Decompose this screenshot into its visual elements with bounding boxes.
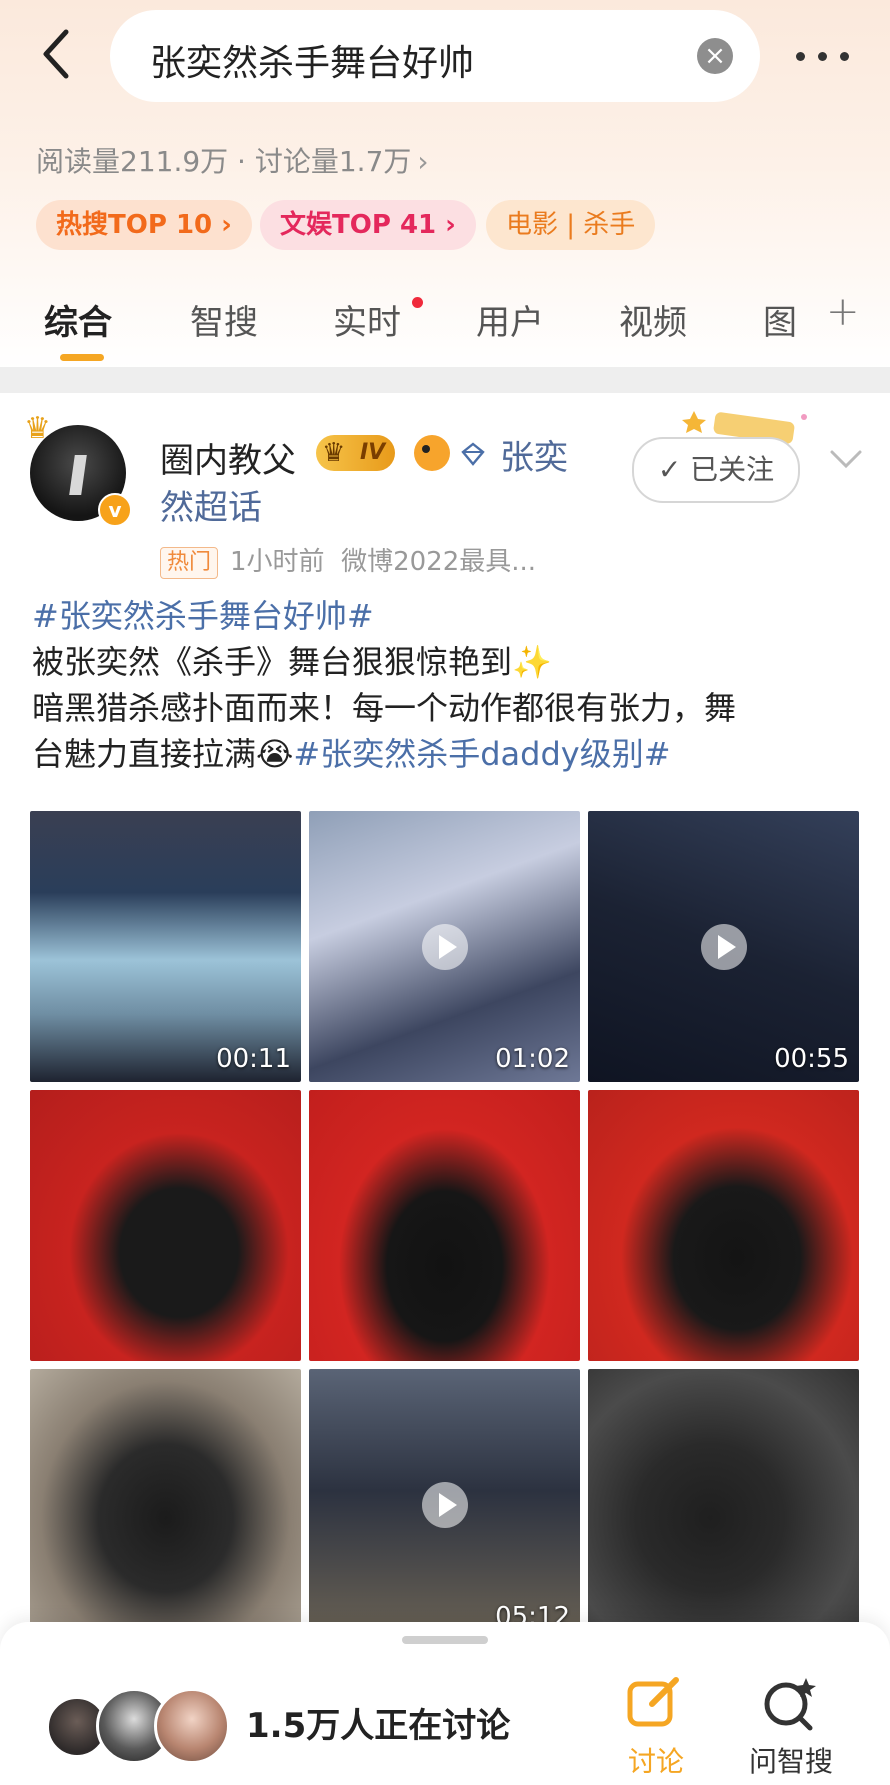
avatar-tie-shape — [69, 455, 87, 495]
more-dot-icon — [818, 52, 827, 61]
tab-smart-search[interactable]: 智搜 — [190, 295, 258, 344]
back-button[interactable] — [28, 24, 88, 84]
video-duration: 00:11 — [216, 1044, 291, 1074]
edit-pencil-icon — [627, 1677, 679, 1727]
media-thumbnail-image[interactable] — [30, 1090, 301, 1361]
ask-smart-search-button[interactable]: 问智搜 — [736, 1674, 846, 1778]
discussion-count[interactable]: 1.5万人正在讨论 — [246, 1698, 510, 1747]
ask-label: 问智搜 — [748, 1745, 833, 1778]
discussion-bottom-bar: 1.5万人正在讨论 讨论 问智搜 — [0, 1622, 890, 1785]
avatar — [154, 1688, 230, 1764]
clear-search-button[interactable]: × — [697, 38, 733, 74]
post-text-line: 台魅力直接拉满😭 — [32, 735, 294, 773]
discuss-label: 讨论 — [627, 1745, 684, 1778]
search-query: 张奕然杀手舞台好帅 — [150, 43, 475, 84]
topic-stats[interactable]: 阅读量211.9万 · 讨论量1.7万 › — [36, 140, 429, 180]
search-tabs: 综合 智搜 实时 用户 视频 图 + — [0, 285, 890, 365]
back-arrow-icon — [43, 29, 69, 79]
entertainment-rank-tag[interactable]: 文娱TOP 41 › — [260, 200, 476, 250]
active-tab-indicator — [60, 354, 104, 361]
tab-images[interactable]: 图 — [763, 295, 797, 344]
post-time: 1小时前 — [230, 547, 325, 577]
more-options-button[interactable] — [790, 28, 860, 84]
hot-search-rank-tag[interactable]: 热搜TOP 10 › — [36, 200, 252, 250]
close-icon: × — [704, 41, 726, 71]
media-thumbnail-image[interactable] — [309, 1090, 580, 1361]
topic-hashtag-link[interactable]: #张奕然杀手daddy级别# — [293, 735, 670, 773]
movie-category-tag[interactable]: 电影 | 杀手 — [486, 200, 656, 250]
tab-users[interactable]: 用户 — [476, 295, 544, 344]
play-icon — [422, 924, 468, 970]
post-body: #张奕然杀手舞台好帅# 被张奕然《杀手》舞台狠狠惊艳到✨ 暗黑猎杀感扑面而来！每… — [32, 593, 862, 777]
more-dot-icon — [840, 52, 849, 61]
post-text-line: 暗黑猎杀感扑面而来！每一个动作都很有张力，舞 — [32, 689, 737, 727]
search-input[interactable]: 张奕然杀手舞台好帅 × — [110, 10, 760, 102]
post-text-line: 被张奕然《杀手》舞台狠狠惊艳到✨ — [32, 643, 552, 681]
play-icon — [701, 924, 747, 970]
chevron-down-icon[interactable] — [828, 447, 864, 471]
tab-comprehensive[interactable]: 综合 — [44, 295, 112, 344]
post-meta: 热门 1小时前 微博2022最具... — [160, 541, 536, 579]
video-duration: 01:02 — [495, 1044, 570, 1074]
stats-text: 阅读量211.9万 · 讨论量1.7万 — [36, 145, 412, 178]
smart-search-icon — [764, 1678, 816, 1731]
media-thumbnail-video[interactable]: 05:12 — [309, 1369, 580, 1640]
media-thumbnail-image[interactable] — [588, 1369, 859, 1640]
supertopic-link[interactable]: 张奕然超话 — [160, 433, 590, 533]
add-tab-plus-icon[interactable]: + — [826, 289, 860, 335]
sheet-drag-handle[interactable] — [402, 1636, 488, 1644]
topic-hashtag-link[interactable]: #张奕然杀手舞台好帅# — [32, 593, 862, 639]
trophy-icon: ♛ — [24, 411, 51, 446]
media-thumbnail-video[interactable]: 00:55 — [588, 811, 859, 1082]
followed-button[interactable]: ✓ 已关注 — [632, 437, 800, 503]
tab-realtime[interactable]: 实时 — [333, 295, 401, 344]
media-thumbnail-image[interactable] — [30, 1369, 301, 1640]
more-dot-icon — [796, 52, 805, 61]
tab-videos[interactable]: 视频 — [619, 295, 687, 344]
media-thumbnail-image[interactable] — [588, 1090, 859, 1361]
hot-badge: 热门 — [160, 546, 219, 579]
new-dot-badge — [412, 297, 423, 308]
post-source: 微博2022最具... — [341, 547, 537, 577]
play-icon — [422, 1482, 468, 1528]
discuss-button[interactable]: 讨论 — [616, 1674, 696, 1778]
verified-v-badge-icon: v — [98, 493, 132, 527]
media-thumbnail-video[interactable]: 01:02 — [309, 811, 580, 1082]
chevron-right-icon: › — [417, 145, 429, 178]
section-divider — [0, 367, 890, 393]
video-duration: 00:55 — [774, 1044, 849, 1074]
media-thumbnail-video[interactable]: 00:11 — [30, 811, 301, 1082]
